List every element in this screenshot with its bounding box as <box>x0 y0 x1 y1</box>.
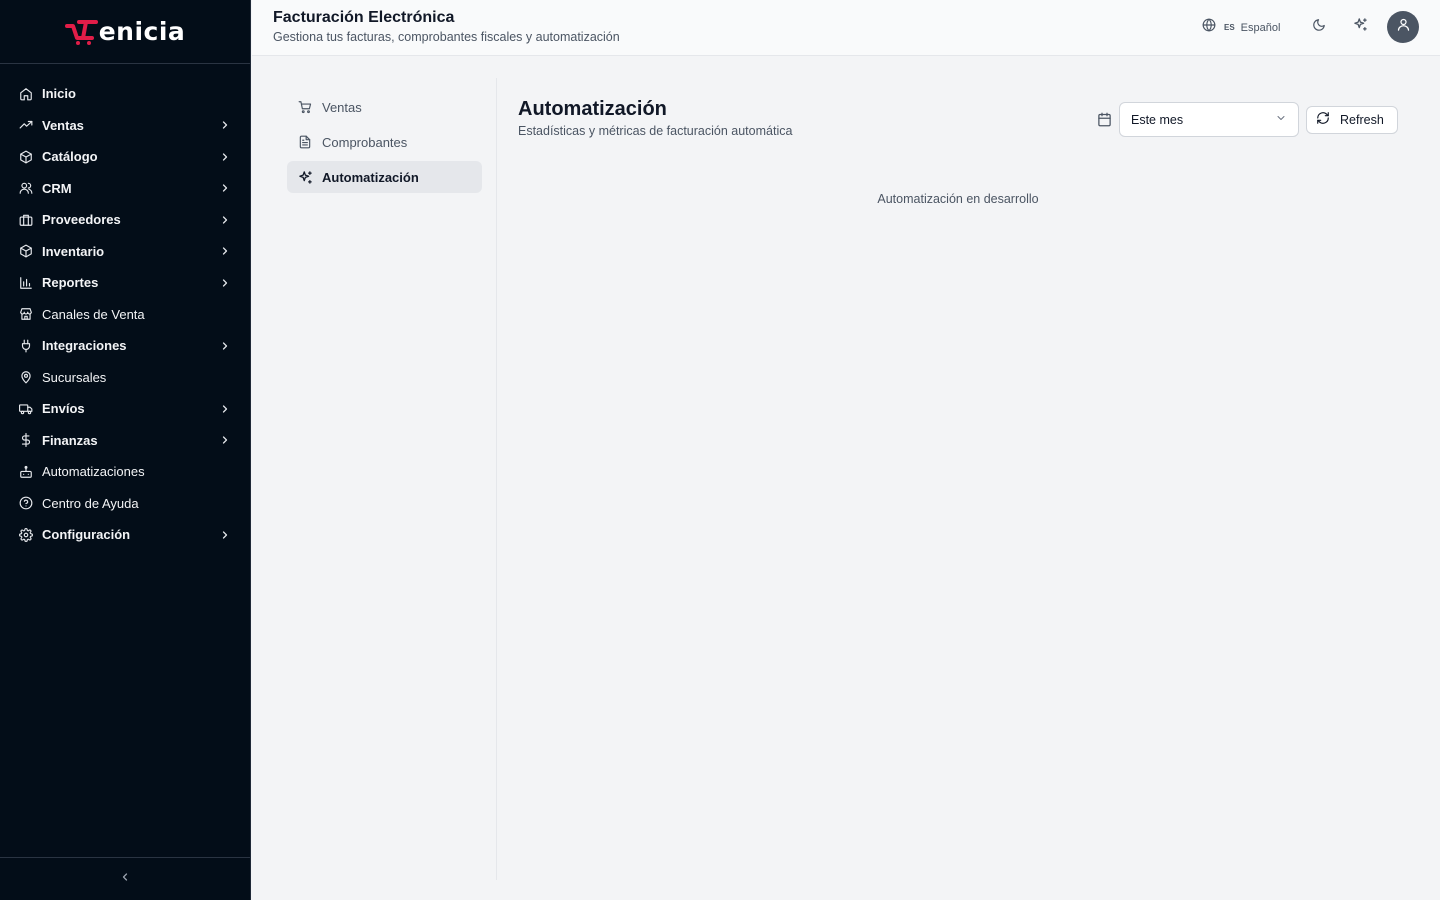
package-icon <box>18 149 33 164</box>
top-header: Facturación Electrónica Gestiona tus fac… <box>252 0 1440 56</box>
refresh-icon <box>1316 111 1330 130</box>
calendar-icon <box>1097 112 1112 127</box>
cart-icon <box>297 99 313 115</box>
cart-logo-icon <box>64 19 98 45</box>
sidebar-item-envios[interactable]: Envíos <box>0 393 250 425</box>
subnav-item-comprobantes[interactable]: Comprobantes <box>287 126 482 158</box>
chevron-right-icon <box>218 339 232 353</box>
trending-up-icon <box>18 118 33 133</box>
bar-chart-icon <box>18 275 33 290</box>
chevron-right-icon <box>218 150 232 164</box>
sidebar-item-label: Envíos <box>42 401 85 417</box>
chevron-right-icon <box>218 213 232 227</box>
briefcase-icon <box>18 212 33 227</box>
language-name: Español <box>1240 21 1281 34</box>
page-subtitle: Gestiona tus facturas, comprobantes fisc… <box>273 30 620 44</box>
chevron-right-icon <box>218 528 232 542</box>
theme-toggle-button[interactable] <box>1311 18 1327 37</box>
subnav-item-label: Automatización <box>322 169 419 185</box>
refresh-button[interactable]: Refresh <box>1306 106 1398 134</box>
chevron-right-icon <box>218 181 232 195</box>
subnav-item-ventas[interactable]: Ventas <box>287 91 482 123</box>
sidebar-item-integraciones[interactable]: Integraciones <box>0 330 250 362</box>
users-icon <box>18 181 33 196</box>
logo-area: enicia <box>0 0 250 64</box>
truck-icon <box>18 401 33 416</box>
sidebar-item-inventario[interactable]: Inventario <box>0 236 250 268</box>
subnav-item-label: Comprobantes <box>322 134 408 150</box>
sidebar-item-label: Integraciones <box>42 338 127 354</box>
chevron-right-icon <box>218 276 232 290</box>
brand-logo[interactable]: enicia <box>64 17 186 46</box>
plug-icon <box>18 338 33 353</box>
dollar-icon <box>18 433 33 448</box>
sidebar-item-label: Finanzas <box>42 432 98 448</box>
map-pin-icon <box>18 370 33 385</box>
moon-icon <box>1312 18 1326 37</box>
chevron-left-icon <box>119 870 131 888</box>
home-icon <box>18 86 33 101</box>
sidebar-item-sucursales[interactable]: Sucursales <box>0 362 250 394</box>
chevron-down-icon <box>1275 111 1287 129</box>
sidebar-collapse-button[interactable] <box>0 857 250 900</box>
empty-state-message: Automatización en desarrollo <box>877 192 1039 206</box>
subnav-item-automatizacion[interactable]: Automatización <box>287 161 482 193</box>
user-avatar-button[interactable] <box>1387 11 1419 43</box>
box-icon <box>18 244 33 259</box>
sidebar-item-finanzas[interactable]: Finanzas <box>0 425 250 457</box>
sidebar-item-label: Ventas <box>42 117 84 133</box>
sidebar-item-label: Proveedores <box>42 212 121 228</box>
sidebar-item-reportes[interactable]: Reportes <box>0 267 250 299</box>
sidebar-item-inicio[interactable]: Inicio <box>0 78 250 110</box>
sidebar-item-label: Configuración <box>42 527 131 543</box>
subnav-item-label: Ventas <box>322 99 362 115</box>
sidebar-item-centro-de-ayuda[interactable]: Centro de Ayuda <box>0 488 250 520</box>
sidebar-item-label: Sucursales <box>42 369 107 385</box>
sidebar-nav: Inicio Ventas Catálogo CRM Proveedores I… <box>0 78 250 551</box>
file-text-icon <box>297 134 313 150</box>
ai-assistant-button[interactable] <box>1352 17 1368 37</box>
sparkles-icon <box>1353 17 1368 37</box>
refresh-label: Refresh <box>1340 113 1384 127</box>
section-subtitle: Estadísticas y métricas de facturación a… <box>518 124 793 138</box>
chevron-right-icon <box>218 433 232 447</box>
period-select-value: Este mes <box>1131 112 1184 127</box>
settings-icon <box>18 527 33 542</box>
sidebar-item-label: Inicio <box>42 86 76 102</box>
chevron-right-icon <box>218 402 232 416</box>
sidebar-item-label: CRM <box>42 180 72 196</box>
sidebar-item-label: Reportes <box>42 275 99 291</box>
sidebar-item-configuracion[interactable]: Configuración <box>0 519 250 551</box>
sidebar-item-label: Automatizaciones <box>42 464 145 480</box>
help-circle-icon <box>18 496 33 511</box>
invoicing-subnav: Ventas Comprobantes Automatización <box>287 91 482 196</box>
language-code: ES <box>1224 23 1235 32</box>
chevron-right-icon <box>218 244 232 258</box>
sparkles-icon <box>297 169 313 185</box>
globe-icon <box>1202 18 1216 37</box>
page-title: Facturación Electrónica <box>273 9 455 26</box>
sidebar-item-automatizaciones[interactable]: Automatizaciones <box>0 456 250 488</box>
period-select[interactable]: Este mes <box>1119 102 1299 137</box>
sidebar-item-ventas[interactable]: Ventas <box>0 110 250 142</box>
user-icon <box>1396 17 1411 37</box>
sidebar-item-label: Inventario <box>42 243 105 259</box>
language-selector[interactable]: ES Español <box>1202 18 1280 37</box>
sidebar-item-label: Catálogo <box>42 149 98 165</box>
chevron-right-icon <box>218 118 232 132</box>
sidebar-item-label: Centro de Ayuda <box>42 495 139 511</box>
logo-text: enicia <box>98 17 186 46</box>
sidebar: enicia Inicio Ventas Catálogo CRM Provee… <box>0 0 251 900</box>
sidebar-item-proveedores[interactable]: Proveedores <box>0 204 250 236</box>
subnav-divider <box>496 78 497 880</box>
sidebar-item-canales-de-venta[interactable]: Canales de Venta <box>0 299 250 331</box>
sidebar-item-label: Canales de Venta <box>42 306 145 322</box>
sidebar-item-catalogo[interactable]: Catálogo <box>0 141 250 173</box>
section-title: Automatización <box>518 98 667 120</box>
sidebar-item-crm[interactable]: CRM <box>0 173 250 205</box>
store-icon <box>18 307 33 322</box>
bot-icon <box>18 464 33 479</box>
